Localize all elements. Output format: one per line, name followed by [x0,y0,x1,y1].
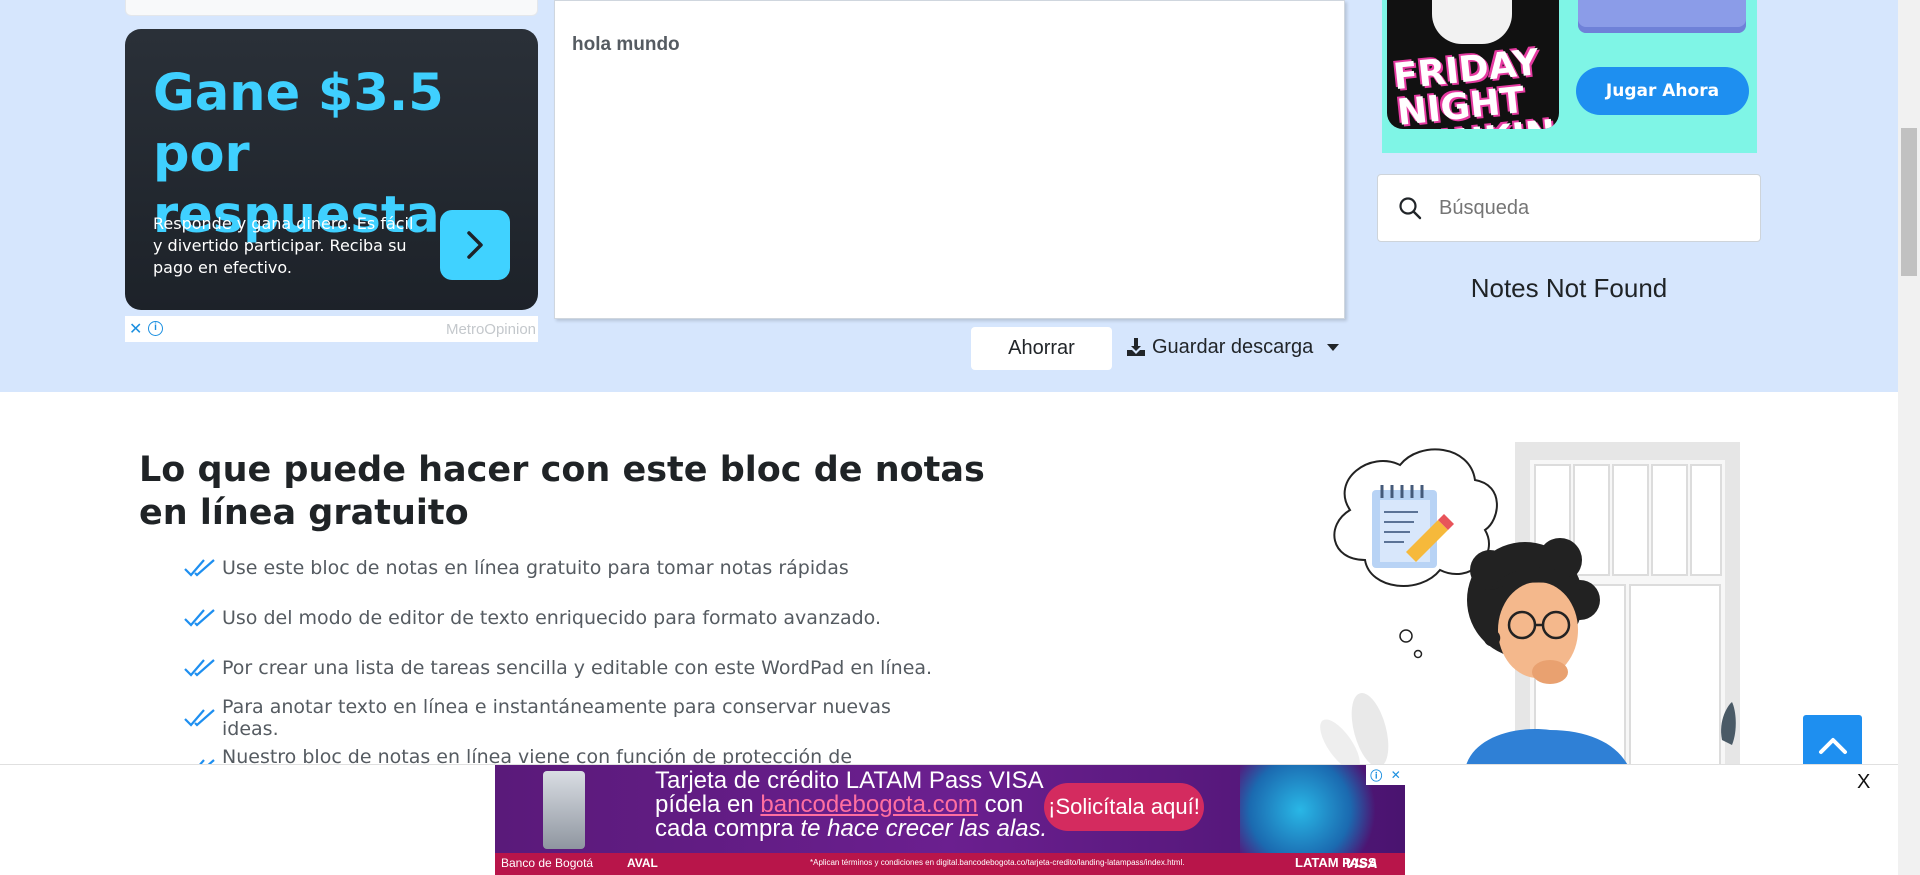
list-item: Por crear una lista de tareas sencilla y… [184,643,944,693]
game-thumbnail: FRIDAY NIGHT FUNKIN [1387,0,1559,129]
ad-info-icon[interactable]: ⓘ [1370,767,1382,784]
banner-link[interactable]: bancodebogota.com [760,791,978,818]
chevron-up-icon [1818,737,1847,754]
feature-text: Por crear una lista de tareas sencilla y… [222,657,933,679]
bottom-ad-close-button[interactable]: X [1857,771,1870,794]
visa-logo: VISA [1345,855,1378,871]
search-box[interactable] [1377,174,1761,242]
feature-text: Para anotar texto en línea e instantánea… [222,696,891,740]
search-input[interactable] [1439,196,1739,220]
ad-left-card[interactable]: Gane $3.5 por respuesta Responde y gana … [125,29,538,310]
double-check-icon [184,709,215,727]
game-logo: FRIDAY NIGHT FUNKIN [1391,42,1557,129]
list-item: Use este bloc de notas en línea gratuito… [184,543,944,593]
list-item: Para anotar texto en línea e instantánea… [184,693,944,743]
play-now-button[interactable]: Jugar Ahora [1576,67,1749,115]
aval-logo: AVAL [627,856,658,870]
download-icon [1127,338,1145,356]
bank-logo: Banco de Bogotá [501,856,594,870]
download-dropdown-button[interactable]: Guardar descarga [1126,330,1340,364]
double-check-icon [184,609,215,627]
credit-card-image [543,771,585,849]
banner-ad-controls[interactable]: ⓘ ✕ [1366,765,1405,785]
bottom-ad-banner[interactable]: Tarjeta de crédito LATAM Pass VISA pídel… [495,765,1405,875]
scrollbar-thumb[interactable] [1901,128,1917,276]
ad-left-go-button[interactable] [440,210,510,280]
banner-line-3-emphasis: te hace crecer las alas. [800,815,1048,842]
ad-close-icon[interactable]: ✕ [129,319,142,339]
caret-down-icon [1327,343,1340,351]
editor-content[interactable]: hola mundo [572,34,680,56]
double-check-icon [184,559,215,577]
double-check-icon [184,659,215,677]
ad-left-footer: ✕ i MetroOpinion [125,316,538,342]
ad-info-icon[interactable]: i [148,321,163,336]
note-editor[interactable]: hola mundo [554,0,1345,319]
save-button[interactable]: Ahorrar [971,327,1112,370]
thinking-person-illustration [1320,442,1740,770]
ad-close-icon[interactable]: ✕ [1391,768,1401,782]
game-ad[interactable]: FRIDAY NIGHT FUNKIN Jugar Ahora [1382,0,1757,153]
feature-text: Use este bloc de notas en línea gratuito… [222,557,849,579]
list-item: Uso del modo de editor de texto enriquec… [184,593,944,643]
page-scrollbar[interactable] [1898,0,1920,875]
banner-line-3-prefix: cada compra [655,815,801,842]
banner-line-3: cada compra te hace crecer las alas. [655,816,1047,842]
ad-left-top-edge [125,0,538,16]
banner-fine-print: *Aplican términos y condiciones en digit… [810,858,1185,867]
chevron-right-icon [467,231,483,259]
banner-line-2-suffix: con [977,791,1024,818]
search-icon [1397,195,1423,221]
game-tile-image [1578,0,1746,33]
ad-brand: MetroOpinion [445,321,536,338]
banner-footer: Banco de Bogotá AVAL *Aplican términos y… [495,853,1405,875]
features-title: Lo que puede hacer con este bloc de nota… [139,450,985,533]
banner-cta-button[interactable]: ¡Solicítala aquí! [1044,783,1204,831]
game-character-image [1432,0,1512,44]
features-list: Use este bloc de notas en línea gratuito… [184,543,944,793]
download-label: Guardar descarga [1152,335,1314,358]
banner-line-2-prefix: pídela en [655,791,761,818]
ad-left-body: Responde y gana dinero. Es fácil y diver… [153,214,414,277]
notes-status: Notes Not Found [1470,273,1668,303]
feature-text: Uso del modo de editor de texto enriquec… [222,607,881,629]
